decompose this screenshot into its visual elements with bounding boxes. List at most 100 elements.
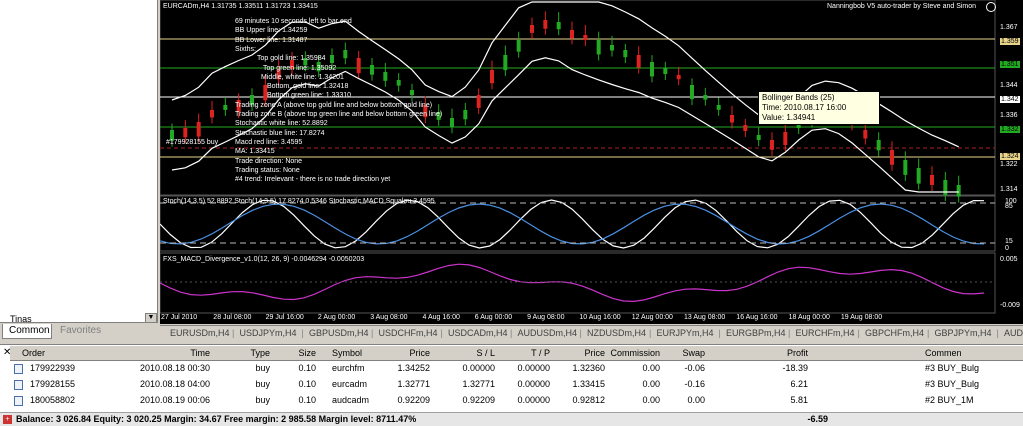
tab-common[interactable]: Common: [2, 324, 52, 339]
ea-info-line: Macd red line: 3.4595: [235, 138, 303, 146]
tab-separator: |: [232, 328, 235, 338]
price-chart[interactable]: EURCADm,H4 1.31735 1.33511 1.31723 1.334…: [160, 0, 1023, 324]
symbol-tab[interactable]: USDCADm,H4: [448, 328, 508, 338]
symbol-tab[interactable]: NZDUSDm,H4: [587, 328, 646, 338]
ea-info-line: Top green line: 1.35092: [263, 64, 337, 72]
order-cell: 1.32771: [462, 379, 495, 389]
column-header[interactable]: Swap: [660, 348, 705, 358]
order-cell: buy: [255, 379, 270, 389]
symbol-tab[interactable]: USDCHFm,H4: [379, 328, 438, 338]
ea-info-line: Trading zone B (above top green line and…: [235, 111, 443, 118]
symbol-tab[interactable]: AUD: [1004, 328, 1023, 338]
column-header[interactable]: Symbol: [332, 348, 372, 358]
time-axis-label: 19 Aug 08:00: [840, 314, 883, 321]
tab-separator: |: [579, 328, 582, 338]
order-cell: 179928155: [30, 379, 76, 389]
symbol-tab[interactable]: GBPJPYm,H4: [935, 328, 992, 338]
macd-axis-label: 0.005: [1000, 256, 1018, 263]
macd-header: FXS_MACD_Divergence_v1.0(12, 26, 9) -0.0…: [163, 256, 365, 263]
order-cell: #3 BUY_Bulg: [925, 379, 980, 389]
symbol-tab[interactable]: EURCHFm,H4: [796, 328, 855, 338]
order-cell: 0.00000: [517, 379, 550, 389]
symbol-tab[interactable]: EURGBPm,H4: [726, 328, 786, 338]
order-row[interactable]: 180058802 2010.08.19 00:06 buy 0.10 audcadm 0…: [10, 394, 1023, 408]
candle-body: [543, 20, 548, 29]
column-header[interactable]: T / P: [510, 348, 550, 358]
candle-body: [676, 75, 681, 80]
order-cell: 1.32360: [572, 363, 605, 373]
candle-body: [183, 128, 188, 138]
candle-body: [943, 180, 948, 195]
column-header[interactable]: Commen: [925, 348, 1023, 358]
symbol-tab[interactable]: GBPUSDm,H4: [309, 328, 369, 338]
order-cell: 6.21: [790, 379, 808, 389]
time-axis-label: 27 Jul 2010: [161, 314, 198, 321]
candle-body: [356, 58, 361, 74]
column-header[interactable]: Price: [555, 348, 605, 358]
tab-separator: |: [857, 328, 860, 338]
ea-info-line: MA: 1.33415: [235, 148, 275, 156]
column-header[interactable]: S / L: [455, 348, 495, 358]
column-header[interactable]: Profit: [730, 348, 808, 358]
orders-table-header: Order Time Type Size Symbol Price S / L T / P Pr…: [10, 346, 1023, 361]
time-axis-label: 2 Aug 00:00: [317, 314, 356, 321]
time-axis-label: 16 Aug 16:00: [736, 314, 778, 321]
column-header[interactable]: Commission: [610, 348, 660, 358]
candle-body: [690, 85, 694, 100]
order-cell: buy: [255, 363, 270, 373]
symbol-tab[interactable]: EURJPYm,H4: [657, 328, 714, 338]
tooltip-time: Time: 2010.08.17 16:00: [762, 103, 847, 112]
ea-label: Nanningbob V5 auto-trader by Steve and S…: [827, 3, 977, 10]
candle-body: [716, 105, 721, 110]
candle-body: [530, 25, 534, 33]
column-header[interactable]: Type: [240, 348, 270, 358]
column-header[interactable]: Order: [22, 348, 92, 358]
tab-favorites[interactable]: Favorites: [54, 324, 114, 339]
tab-separator: |: [718, 328, 721, 338]
column-header[interactable]: Price: [380, 348, 430, 358]
time-axis-label: 3 Aug 08:00: [370, 314, 408, 321]
candle-body: [583, 35, 588, 41]
navigator-tabs: Common Favorites: [0, 322, 158, 339]
order-cell: 1.33415: [572, 379, 605, 389]
candle-body: [930, 175, 934, 185]
price-axis-label: 1.342: [1000, 96, 1020, 103]
candle-body: [396, 80, 401, 86]
candle-body: [770, 140, 774, 150]
order-icon: [14, 364, 23, 374]
order-row[interactable]: 179928155 2010.08.18 04:00 buy 0.10 eurcadm 1…: [10, 378, 1023, 392]
price-axis-label: 1.344: [1000, 82, 1018, 89]
order-cell: audcadm: [332, 395, 370, 405]
candle-body: [730, 115, 734, 123]
price-axis-label: 1.359: [1000, 38, 1020, 45]
candle-body: [410, 90, 414, 96]
order-icon: [14, 396, 23, 406]
symbol-tab[interactable]: EURUSDm,H4: [170, 328, 230, 338]
order-cell: 0.92812: [572, 395, 605, 405]
symbol-tab[interactable]: USDJPYm,H4: [240, 328, 297, 338]
macd-line: [160, 263, 985, 303]
time-axis-label: 10 Aug 16:00: [579, 314, 621, 321]
price-axis-label: 1.314: [1000, 186, 1018, 193]
navigator-panel: [0, 0, 158, 324]
chart-header: EURCADm,H4 1.31735 1.33511 1.31723 1.334…: [163, 3, 318, 10]
candle-body: [516, 40, 521, 52]
column-header[interactable]: Size: [288, 348, 316, 358]
price-axis-label: 1.322: [1000, 161, 1018, 168]
symbol-tab[interactable]: AUDUSDm,H4: [518, 328, 578, 338]
price-axis-label: 1.324: [1000, 153, 1020, 160]
stoch-axis-label: 15: [1005, 238, 1013, 245]
order-cell: 1.32771: [397, 379, 430, 389]
candle-body: [223, 105, 228, 110]
ea-info-line: Trading zone A (above top gold line and …: [235, 101, 433, 109]
ea-info-line: Bottom, gold line: 1.32418: [267, 83, 349, 91]
order-cell: 1.34252: [397, 363, 430, 373]
order-row[interactable]: 179922939 2010.08.18 00:30 buy 0.10 eurchfm 1…: [10, 362, 1023, 376]
column-header[interactable]: Time: [140, 348, 210, 358]
terminal-panel: ✕ Order Time Type Size Symbol Price S / LT / P…: [0, 344, 1023, 426]
candle-body: [450, 118, 454, 128]
candle-body: [556, 22, 561, 30]
tab-separator: |: [301, 328, 304, 338]
total-profit: -6.59: [807, 414, 828, 424]
symbol-tab[interactable]: GBPCHFm,H4: [865, 328, 924, 338]
